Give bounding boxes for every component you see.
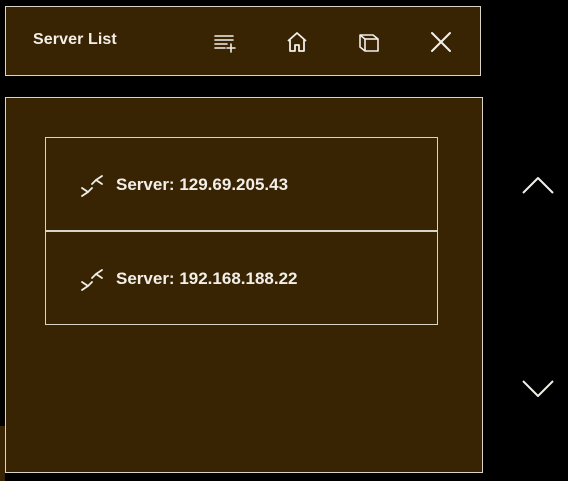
server-label: Server: 192.168.188.22 bbox=[116, 269, 298, 288]
page-title: Server List bbox=[33, 31, 117, 48]
window-button[interactable] bbox=[352, 25, 386, 59]
scroll-down-button[interactable] bbox=[520, 376, 556, 400]
server-list-item[interactable]: Server: 192.168.188.22 bbox=[45, 231, 438, 325]
scroll-up-button[interactable] bbox=[520, 173, 556, 197]
app-window: Server List Server: 129.69.205.43 Server… bbox=[0, 0, 568, 481]
connect-arrows-icon bbox=[81, 269, 103, 291]
chevron-down-icon bbox=[522, 380, 554, 397]
add-list-button[interactable] bbox=[208, 25, 242, 59]
close-button[interactable] bbox=[424, 25, 458, 59]
chevron-up-icon bbox=[522, 177, 554, 194]
server-label: Server: 129.69.205.43 bbox=[116, 175, 289, 194]
server-list-panel: Server: 129.69.205.43 Server: 192.168.18… bbox=[5, 97, 483, 473]
window-stack-icon bbox=[359, 34, 379, 52]
home-button[interactable] bbox=[280, 25, 314, 59]
panel-edge bbox=[0, 426, 5, 481]
close-icon bbox=[431, 32, 451, 52]
home-icon bbox=[287, 32, 307, 52]
connect-arrows-icon bbox=[81, 175, 103, 197]
server-list-item[interactable]: Server: 129.69.205.43 bbox=[45, 137, 438, 231]
header-bar: Server List bbox=[5, 6, 481, 76]
playlist-add-icon bbox=[214, 35, 236, 53]
